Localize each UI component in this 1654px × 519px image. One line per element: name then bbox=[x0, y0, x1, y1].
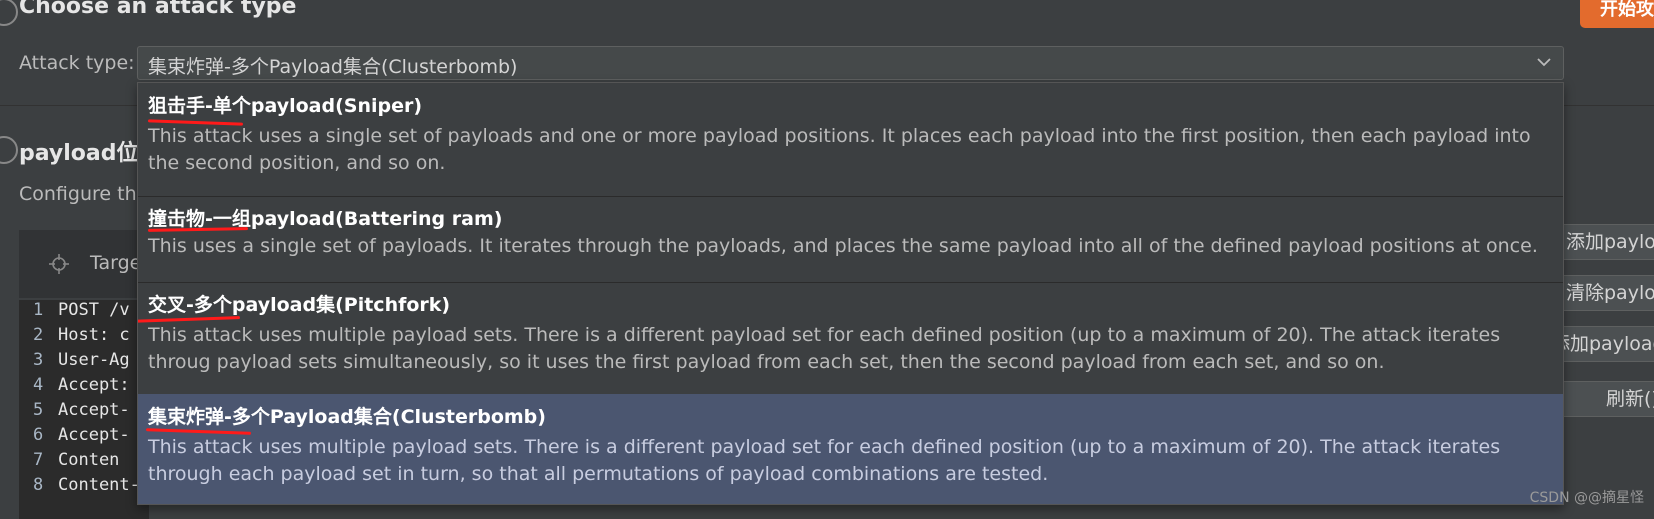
attack-type-select[interactable]: 集束炸弹-多个Payload集合(Clusterbomb) bbox=[137, 46, 1564, 80]
option-description: This attack uses multiple payload sets. … bbox=[148, 436, 1501, 485]
line-number: 5 bbox=[33, 400, 44, 420]
editor-line: 4 Accept: bbox=[19, 375, 149, 400]
crosshair-icon bbox=[49, 254, 69, 274]
option-description: This uses a single set of payloads. It i… bbox=[148, 235, 1538, 257]
line-number: 3 bbox=[33, 350, 44, 370]
attack-type-selected-value: 集束炸弹-多个Payload集合(Clusterbomb) bbox=[148, 56, 518, 78]
option-title: 狙击手-单个payload(Sniper) bbox=[148, 95, 423, 117]
line-text: User-Ag bbox=[58, 350, 130, 370]
section-title: Choose an attack type bbox=[19, 0, 297, 19]
chevron-down-icon bbox=[1537, 58, 1551, 67]
refresh-button[interactable]: 刷新() bbox=[1560, 381, 1654, 417]
line-text: Accept- bbox=[58, 425, 130, 445]
watermark: CSDN @@摘星怪 bbox=[1529, 490, 1644, 506]
option-sniper[interactable]: 狙击手-单个payload(Sniper) This attack uses a… bbox=[138, 83, 1563, 197]
option-title: 交叉-多个payload集(Pitchfork) bbox=[148, 294, 451, 316]
line-number: 1 bbox=[33, 300, 44, 320]
editor-line: 5 Accept- bbox=[19, 400, 149, 425]
line-text: Accept: bbox=[58, 375, 130, 395]
start-attack-button[interactable]: 开始攻 bbox=[1580, 0, 1654, 28]
line-number: 4 bbox=[33, 375, 44, 395]
option-battering-ram[interactable]: 撞击物-一组payload(Battering ram) This uses a… bbox=[138, 196, 1563, 283]
line-number: 7 bbox=[33, 450, 44, 470]
target-label: Targe bbox=[90, 252, 142, 274]
editor-line: 7 Conten bbox=[19, 450, 149, 475]
editor-line: 1 POST /v bbox=[19, 300, 149, 325]
clear-payload-button[interactable]: 清除payload bbox=[1560, 275, 1654, 311]
target-bar: Targe bbox=[19, 230, 142, 298]
auto-add-payload-button[interactable]: 自动添加payload bbox=[1560, 326, 1654, 362]
annotation-underline bbox=[147, 227, 249, 232]
option-description: This attack uses multiple payload sets. … bbox=[148, 324, 1501, 373]
option-clusterbomb[interactable]: 集束炸弹-多个Payload集合(Clusterbomb) This attac… bbox=[138, 394, 1563, 504]
option-description: This attack uses a single set of payload… bbox=[148, 125, 1531, 174]
add-payload-button[interactable]: 添加payload bbox=[1560, 224, 1654, 260]
line-number: 8 bbox=[33, 475, 44, 495]
line-text: Host: c bbox=[58, 325, 130, 345]
line-text: Accept- bbox=[58, 400, 130, 420]
section-collapse-icon[interactable] bbox=[0, 0, 18, 26]
option-title: 集束炸弹-多个Payload集合(Clusterbomb) bbox=[148, 406, 546, 428]
editor-line: 8Content-Length: 38 bbox=[19, 475, 242, 500]
attack-type-dropdown: 狙击手-单个payload(Sniper) This attack uses a… bbox=[137, 82, 1564, 505]
editor-line: 3 User-Ag bbox=[19, 350, 149, 375]
attack-type-label: Attack type: bbox=[19, 52, 135, 74]
option-pitchfork[interactable]: 交叉-多个payload集(Pitchfork) This attack use… bbox=[138, 282, 1563, 395]
payload-positions-description: Configure th bbox=[19, 183, 137, 205]
line-number: 2 bbox=[33, 325, 44, 345]
line-text: Conten bbox=[58, 450, 120, 470]
section-collapse-icon[interactable] bbox=[0, 136, 18, 164]
request-editor[interactable]: 1 POST /v 2 Host: c 3 User-Ag 4 Accept: 5 Accept-… bbox=[19, 300, 242, 519]
line-text: POST /v bbox=[58, 300, 130, 320]
editor-line: 2 Host: c bbox=[19, 325, 149, 350]
line-number: 6 bbox=[33, 425, 44, 445]
editor-line: 6 Accept- bbox=[19, 425, 149, 450]
